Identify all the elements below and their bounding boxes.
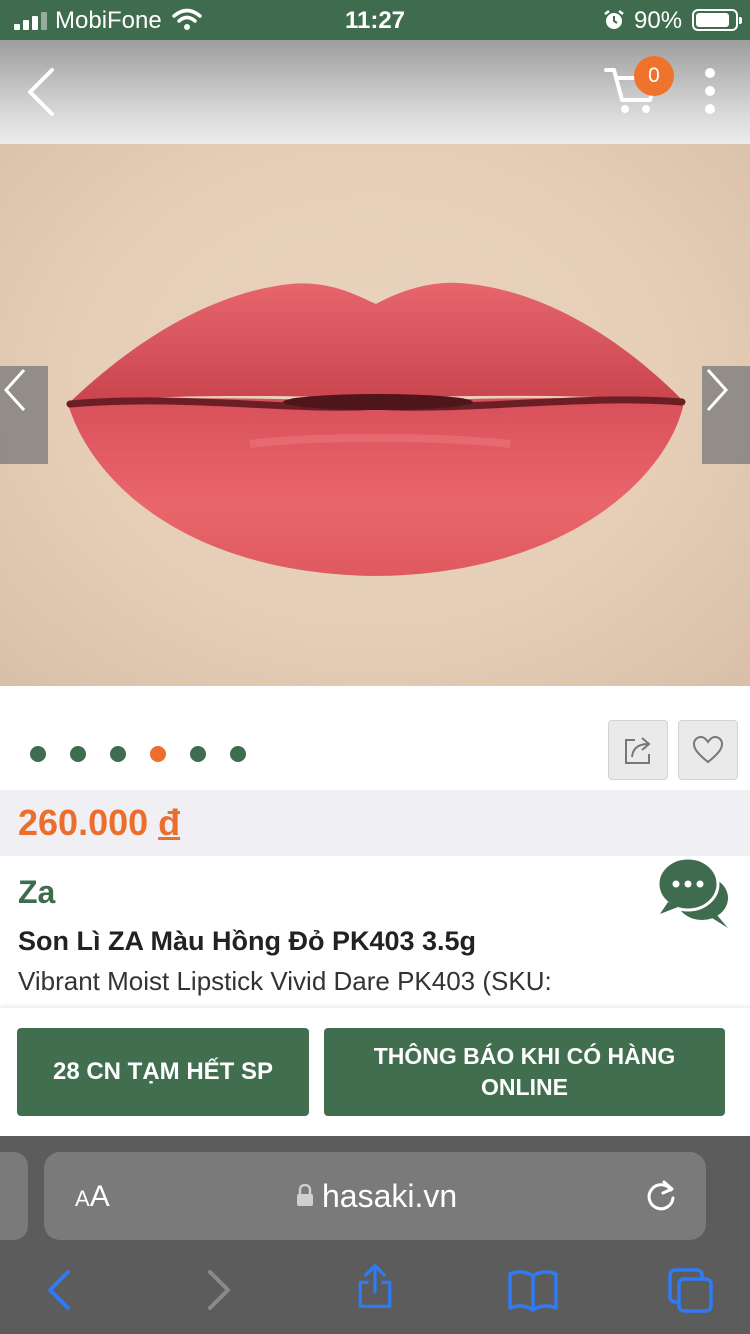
product-name: Son Lì ZA Màu Hồng Đỏ PK403 3.5g <box>18 926 477 956</box>
pagination-dot[interactable] <box>150 746 166 762</box>
gallery-pagination <box>30 746 246 762</box>
alarm-icon <box>604 10 624 29</box>
favorite-button[interactable] <box>678 720 738 780</box>
pagination-dot[interactable] <box>190 746 206 762</box>
pagination-dot[interactable] <box>230 746 246 762</box>
safari-share-icon[interactable] <box>353 1262 397 1310</box>
tabs-icon[interactable] <box>666 1266 716 1314</box>
reload-icon[interactable] <box>644 1176 678 1214</box>
pagination-dot[interactable] <box>30 746 46 762</box>
gallery-prev-button[interactable] <box>0 366 48 464</box>
pagination-dot[interactable] <box>110 746 126 762</box>
notify-restock-button[interactable]: THÔNG BÁO KHI CÓ HÀNG ONLINE <box>324 1028 725 1116</box>
price-value: 260.000 <box>18 802 149 843</box>
product-subtitle: Vibrant Moist Lipstick Vivid Dare PK403 … <box>18 966 552 996</box>
safari-back-icon[interactable] <box>38 1266 82 1314</box>
battery-percent: 90% <box>634 7 683 34</box>
product-price: 260.000 đ <box>18 802 180 844</box>
previous-tab-peek[interactable] <box>0 1152 28 1240</box>
back-icon[interactable] <box>18 64 68 120</box>
text-size-button[interactable]: AA <box>75 1180 110 1214</box>
share-icon <box>625 737 651 764</box>
chevron-left-icon <box>3 368 26 412</box>
cart-count-badge: 0 <box>634 56 674 96</box>
share-button[interactable] <box>608 720 668 780</box>
gallery-next-button[interactable] <box>702 366 750 464</box>
lips-photo <box>66 282 686 576</box>
lock-icon <box>297 1184 313 1206</box>
status-bar: MobiFone 11:27 90% <box>0 0 750 40</box>
product-image[interactable] <box>0 144 750 686</box>
store-stock-button[interactable]: 28 CN TẠM HẾT SP <box>17 1028 309 1116</box>
chevron-right-icon <box>706 368 729 412</box>
price-currency: đ <box>158 802 181 843</box>
address-bar[interactable]: AA hasaki.vn <box>44 1152 706 1240</box>
more-icon[interactable] <box>696 68 724 114</box>
url-domain: hasaki.vn <box>322 1178 458 1214</box>
brand-link[interactable]: Za <box>18 874 55 911</box>
bookmarks-icon[interactable] <box>506 1266 560 1314</box>
app-header <box>0 40 750 144</box>
heart-icon <box>692 735 724 764</box>
pagination-dot[interactable] <box>70 746 86 762</box>
battery-icon <box>692 9 742 31</box>
safari-forward-icon[interactable] <box>196 1266 240 1314</box>
chat-icon[interactable] <box>654 854 734 930</box>
